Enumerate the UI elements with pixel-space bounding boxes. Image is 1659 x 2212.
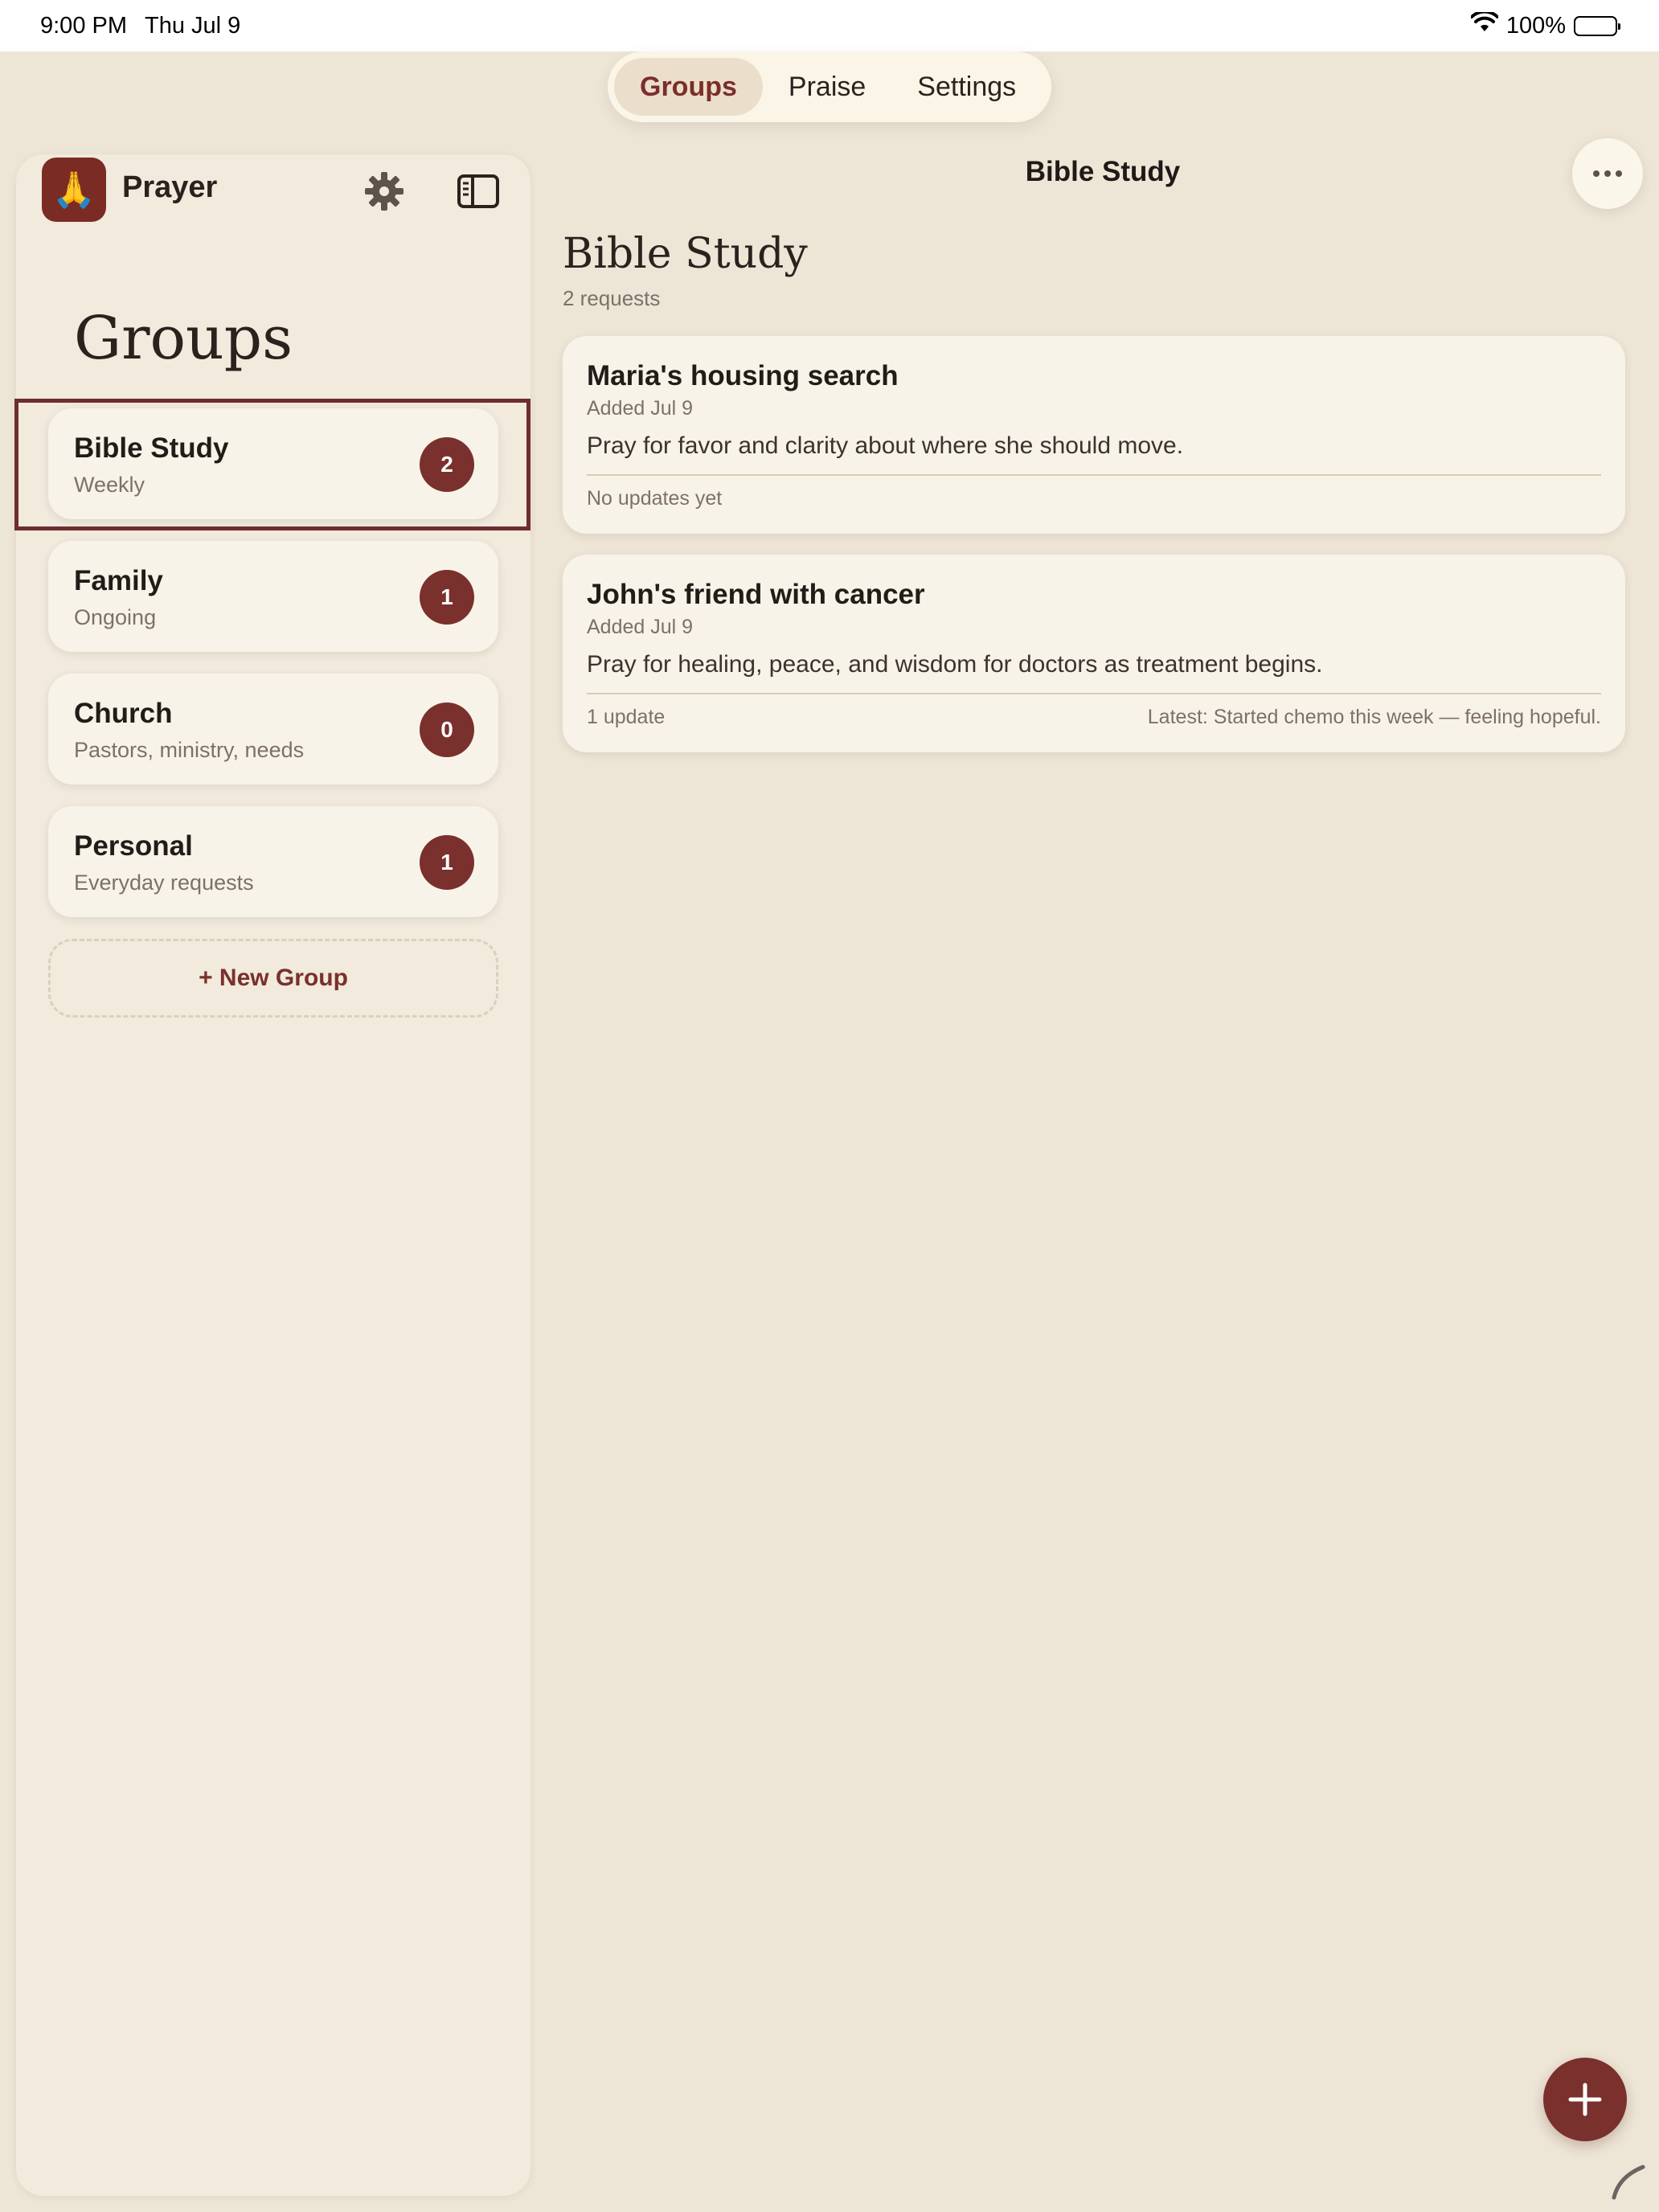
group-count-badge: 1 — [420, 570, 474, 625]
request-card[interactable]: Maria's housing search Added Jul 9 Pray … — [563, 336, 1625, 534]
groups-heading: Groups — [74, 304, 293, 373]
new-group-button[interactable]: + New Group — [48, 939, 498, 1018]
group-name: Personal — [74, 830, 193, 862]
group-name: Family — [74, 565, 163, 596]
divider — [587, 474, 1601, 476]
add-request-button[interactable] — [1543, 2058, 1627, 2141]
gear-icon[interactable] — [363, 170, 405, 212]
battery-percent: 100% — [1505, 12, 1566, 39]
group-subtitle: Ongoing — [74, 605, 157, 629]
request-date: Added Jul 9 — [587, 397, 694, 420]
status-time: 9:00 PM — [40, 12, 127, 39]
page-title: Bible Study — [563, 230, 808, 278]
request-card[interactable]: John's friend with cancer Added Jul 9 Pr… — [563, 555, 1625, 752]
group-item-family[interactable]: Family Ongoing 1 — [48, 541, 498, 652]
request-title: Maria's housing search — [587, 360, 899, 391]
group-list: Bible Study Weekly 2 Family Ongoing 1 Ch… — [14, 399, 530, 1018]
group-item-church[interactable]: Church Pastors, ministry, needs 0 — [48, 674, 498, 784]
wifi-icon — [1469, 10, 1499, 39]
battery-icon — [1574, 15, 1620, 36]
request-updates: No updates yet — [587, 487, 723, 510]
top-tab-bar: Groups Praise Settings — [608, 51, 1051, 122]
request-title: John's friend with cancer — [587, 579, 925, 610]
app-icon: 🙏 — [42, 158, 106, 222]
tab-settings[interactable]: Settings — [891, 58, 1042, 116]
request-date: Added Jul 9 — [587, 616, 694, 638]
group-count-badge: 1 — [420, 835, 474, 890]
group-count-badge: 0 — [420, 703, 474, 757]
praying-hands-icon: 🙏 — [51, 170, 96, 210]
resize-handle-icon[interactable] — [1608, 2161, 1648, 2201]
group-item-bible-study[interactable]: Bible Study Weekly 2 — [14, 399, 530, 530]
request-body: Pray for healing, peace, and wisdom for … — [587, 651, 1323, 678]
nav-title: Bible Study — [1025, 156, 1181, 187]
divider — [587, 693, 1601, 694]
request-list: Maria's housing search Added Jul 9 Pray … — [563, 336, 1625, 773]
group-name: Bible Study — [74, 432, 229, 464]
tab-groups[interactable]: Groups — [614, 58, 763, 116]
request-updates: 1 update — [587, 706, 666, 728]
sidebar-toggle-icon[interactable] — [457, 174, 500, 209]
plus-icon — [1568, 2083, 1602, 2116]
status-date: Thu Jul 9 — [145, 12, 241, 39]
group-subtitle: Weekly — [74, 473, 145, 497]
sidebar: 🙏 Prayer Groups Bible Study Weekly 2 Fam… — [14, 154, 530, 2196]
request-count: 2 requests — [563, 286, 661, 310]
group-count-badge: 2 — [420, 437, 474, 492]
group-subtitle: Pastors, ministry, needs — [74, 738, 305, 762]
request-body: Pray for favor and clarity about where s… — [587, 432, 1184, 459]
request-latest-update: Latest: Started chemo this week — feelin… — [1147, 706, 1601, 728]
group-item-personal[interactable]: Personal Everyday requests 1 — [48, 806, 498, 917]
tab-praise[interactable]: Praise — [763, 58, 891, 116]
status-bar: 9:00 PM Thu Jul 9 100% — [0, 0, 1659, 51]
more-options-icon[interactable] — [1572, 138, 1643, 209]
app-title: Prayer — [122, 170, 218, 204]
group-name: Church — [74, 698, 173, 729]
group-subtitle: Everyday requests — [74, 870, 254, 895]
